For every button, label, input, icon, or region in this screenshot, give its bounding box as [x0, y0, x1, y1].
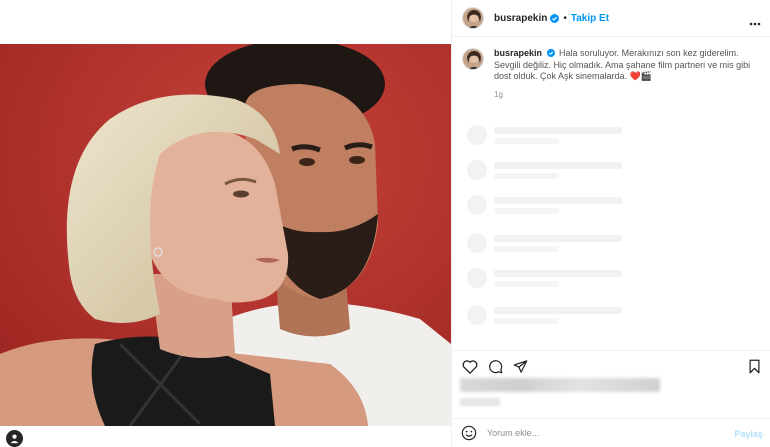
comment-icon[interactable] — [488, 359, 503, 379]
comment-bar: Paylaş — [452, 418, 770, 447]
user-tag-icon[interactable] — [6, 430, 23, 447]
post-header: busrapekin • Takip Et — [452, 0, 770, 37]
post-sidebar: busrapekin • Takip Et busrapekin Hala so… — [451, 0, 770, 447]
post-photo[interactable] — [0, 44, 451, 426]
post-media-pane — [0, 0, 451, 447]
photo-footer — [0, 426, 451, 447]
caption-body: busrapekin Hala soruluyor. Merakınızı so… — [494, 48, 752, 83]
share-icon[interactable] — [513, 359, 528, 379]
post-username[interactable]: busrapekin — [494, 13, 547, 24]
emoji-icon[interactable] — [461, 425, 477, 441]
post-actions — [452, 350, 770, 380]
heart-icon[interactable] — [462, 359, 478, 379]
follow-button[interactable]: Takip Et — [571, 13, 609, 24]
bookmark-icon[interactable] — [748, 359, 761, 379]
comment-skeleton — [467, 268, 767, 288]
post-timestamp[interactable]: 1g — [494, 90, 503, 99]
caption-avatar[interactable] — [462, 48, 484, 70]
comment-skeleton — [467, 125, 767, 145]
more-options-icon[interactable] — [749, 13, 761, 31]
caption-username[interactable]: busrapekin — [494, 48, 542, 58]
verified-badge-icon — [550, 13, 560, 23]
comment-skeleton — [467, 195, 767, 215]
comment-skeleton — [467, 233, 767, 253]
comment-skeleton — [467, 160, 767, 180]
avatar[interactable] — [462, 7, 484, 29]
caption-verified-icon — [546, 49, 555, 57]
post-caption: busrapekin Hala soruluyor. Merakınızı so… — [462, 48, 762, 83]
likes-count-blurred — [460, 378, 660, 392]
post-comment-button[interactable]: Paylaş — [734, 429, 763, 439]
header-separator: • — [563, 12, 567, 24]
post-date-blurred — [460, 398, 500, 406]
comment-skeleton — [467, 305, 767, 325]
comment-input[interactable] — [487, 428, 707, 438]
